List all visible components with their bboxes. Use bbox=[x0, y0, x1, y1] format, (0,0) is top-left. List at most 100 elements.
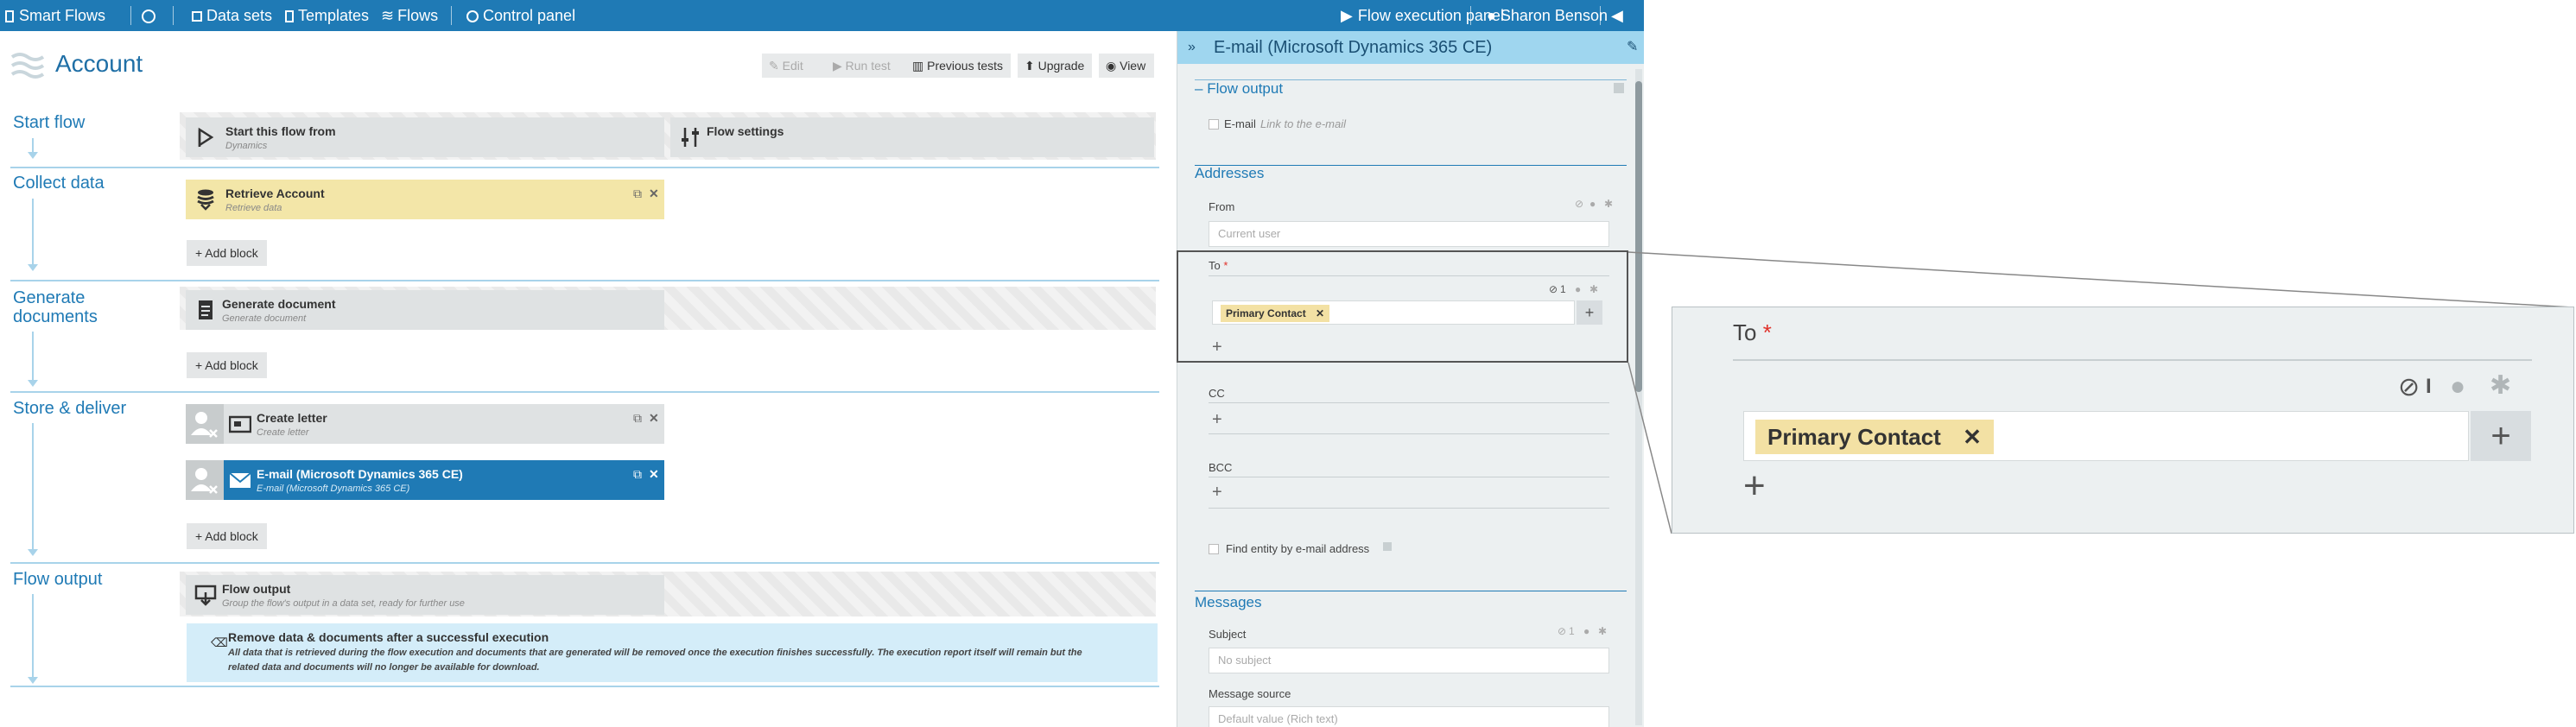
pencil-icon[interactable]: ✎ bbox=[1627, 31, 1638, 64]
add-block-button[interactable]: + Add block bbox=[187, 523, 267, 549]
user-icon: ● bbox=[1487, 7, 1496, 24]
message-source-select[interactable]: Default value (Rich text) bbox=[1209, 706, 1609, 727]
add-block-button[interactable]: + Add block bbox=[187, 240, 267, 266]
close-icon[interactable]: ✕ bbox=[649, 467, 659, 482]
eye-icon: ◉ bbox=[1106, 59, 1120, 73]
user-menu[interactable]: ● Sharon Benson bbox=[1487, 0, 1608, 31]
collapse-panel-icon[interactable]: » bbox=[1188, 31, 1196, 64]
view-button[interactable]: ◉ View bbox=[1099, 54, 1154, 78]
add-cc-button[interactable]: + bbox=[1212, 411, 1222, 428]
panel-title: E-mail (Microsoft Dynamics 365 CE) bbox=[1214, 38, 1493, 57]
plus-icon: + bbox=[195, 358, 206, 372]
link-icon: ⊘ bbox=[2398, 373, 2421, 401]
divider bbox=[1470, 6, 1471, 25]
asterisk-icon[interactable]: ✱ bbox=[1598, 625, 1607, 637]
link-icon[interactable]: ⊘ bbox=[1558, 625, 1566, 637]
from-input[interactable]: Current user bbox=[1209, 221, 1609, 247]
plus-icon: + bbox=[195, 529, 206, 543]
cc-label: CC bbox=[1209, 387, 1225, 400]
nav-templates[interactable]: Templates bbox=[285, 0, 369, 31]
zoom-add-row-icon: + bbox=[1743, 465, 1766, 507]
remove-data-info-box: ⌫ Remove data & documents after a succes… bbox=[187, 623, 1158, 682]
letter-icon bbox=[228, 414, 252, 436]
link-icon[interactable]: ⊘ bbox=[1575, 198, 1583, 210]
user-placeholder-icon bbox=[186, 460, 224, 500]
flow-output-section-title[interactable]: – Flow output bbox=[1195, 80, 1283, 98]
play-icon: ▶ bbox=[833, 59, 846, 73]
top-bar: Smart Flows Data sets Templates ≋ Flows C… bbox=[0, 0, 1644, 31]
add-bcc-button[interactable]: + bbox=[1212, 484, 1222, 501]
email-output-hint: Link to the e-mail bbox=[1260, 117, 1346, 130]
waves-icon: ≋ bbox=[381, 7, 395, 24]
subject-input[interactable]: No subject bbox=[1209, 648, 1609, 673]
info-icon bbox=[1383, 542, 1392, 551]
count-badge: I bbox=[2426, 375, 2432, 398]
run-test-button[interactable]: ▶ Run test bbox=[826, 54, 905, 78]
announcements-button[interactable]: ◀ bbox=[1611, 0, 1623, 31]
flow-output-block[interactable]: Flow output Group the flow's output in a… bbox=[186, 575, 664, 615]
user-icon[interactable]: ● bbox=[1589, 198, 1596, 210]
flow-connector bbox=[32, 594, 34, 680]
previous-tests-button[interactable]: ▥ Previous tests bbox=[905, 54, 1011, 78]
generate-document-block[interactable]: Generate document Generate document bbox=[186, 290, 664, 330]
edit-button[interactable]: ✎ Edit bbox=[762, 54, 829, 78]
find-entity-label: Find entity by e-mail address bbox=[1226, 542, 1370, 555]
file-icon bbox=[285, 10, 294, 22]
bar-chart-icon: ▥ bbox=[912, 59, 928, 73]
email-output-checkbox[interactable] bbox=[1209, 119, 1219, 130]
flow-connector bbox=[32, 199, 34, 268]
start-trigger-block[interactable]: Start this flow from Dynamics bbox=[186, 117, 664, 157]
info-icon bbox=[1614, 83, 1624, 93]
duplicate-icon[interactable]: ⧉ bbox=[633, 467, 642, 482]
messages-section-title: Messages bbox=[1195, 594, 1262, 610]
minus-icon: – bbox=[1195, 80, 1208, 97]
close-icon[interactable]: ✕ bbox=[649, 411, 659, 426]
subject-label: Subject bbox=[1209, 628, 1247, 641]
user-placeholder-icon bbox=[186, 404, 224, 444]
gauge-icon bbox=[466, 10, 479, 22]
section-divider bbox=[10, 280, 1159, 281]
nav-data-sets[interactable]: Data sets bbox=[192, 0, 272, 31]
divider bbox=[1195, 79, 1627, 80]
brand-link[interactable]: Smart Flows bbox=[5, 0, 105, 31]
retrieve-account-block[interactable]: Retrieve Account Retrieve data ⧉ ✕ bbox=[186, 180, 664, 219]
duplicate-icon[interactable]: ⧉ bbox=[633, 411, 642, 426]
divider bbox=[130, 6, 131, 25]
divider bbox=[1209, 508, 1609, 509]
divider bbox=[1209, 402, 1609, 403]
required-marker: * bbox=[1762, 319, 1772, 345]
start-icon bbox=[194, 126, 217, 149]
panel-header: » E-mail (Microsoft Dynamics 365 CE) ✎ bbox=[1177, 31, 1644, 64]
document-icon bbox=[194, 299, 217, 321]
connector-arrow bbox=[28, 380, 38, 387]
zoom-to-label: To * bbox=[1733, 319, 1772, 345]
section-divider bbox=[10, 686, 1159, 687]
output-icon bbox=[194, 584, 217, 606]
connector-arrow bbox=[28, 677, 38, 684]
duplicate-icon[interactable]: ⧉ bbox=[633, 186, 642, 201]
plus-icon: + bbox=[195, 246, 206, 260]
user-icon[interactable]: ● bbox=[1583, 625, 1589, 637]
divider bbox=[1195, 165, 1627, 166]
find-entity-checkbox[interactable] bbox=[1209, 544, 1219, 554]
play-icon: ▶ bbox=[1341, 7, 1353, 24]
create-letter-block[interactable]: Create letter Create letter ⧉ ✕ bbox=[186, 404, 664, 444]
history-button[interactable] bbox=[142, 0, 155, 31]
close-icon[interactable]: ✕ bbox=[649, 186, 659, 201]
email-block-selected[interactable]: E-mail (Microsoft Dynamics 365 CE) E-mai… bbox=[186, 460, 664, 500]
flow-execution-panel-button[interactable]: ▶ Flow execution panel bbox=[1341, 0, 1504, 31]
clock-icon bbox=[142, 9, 155, 23]
section-divider bbox=[10, 167, 1159, 168]
nav-control-panel[interactable]: Control panel bbox=[466, 0, 575, 31]
upgrade-button[interactable]: ⬆ Upgrade bbox=[1018, 54, 1092, 78]
asterisk-icon[interactable]: ✱ bbox=[1604, 198, 1613, 210]
flow-settings-block[interactable]: Flow settings bbox=[670, 117, 1154, 157]
flow-connector bbox=[32, 332, 34, 383]
page-title: Account bbox=[55, 50, 143, 77]
connector-arrow bbox=[28, 152, 38, 159]
nav-flows[interactable]: ≋ Flows bbox=[381, 0, 438, 31]
section-start-flow: Start flow bbox=[13, 113, 86, 132]
zoom-recipient-chip: Primary Contact ✕ bbox=[1755, 420, 1994, 454]
section-divider bbox=[10, 391, 1159, 393]
add-block-button[interactable]: + Add block bbox=[187, 352, 267, 378]
